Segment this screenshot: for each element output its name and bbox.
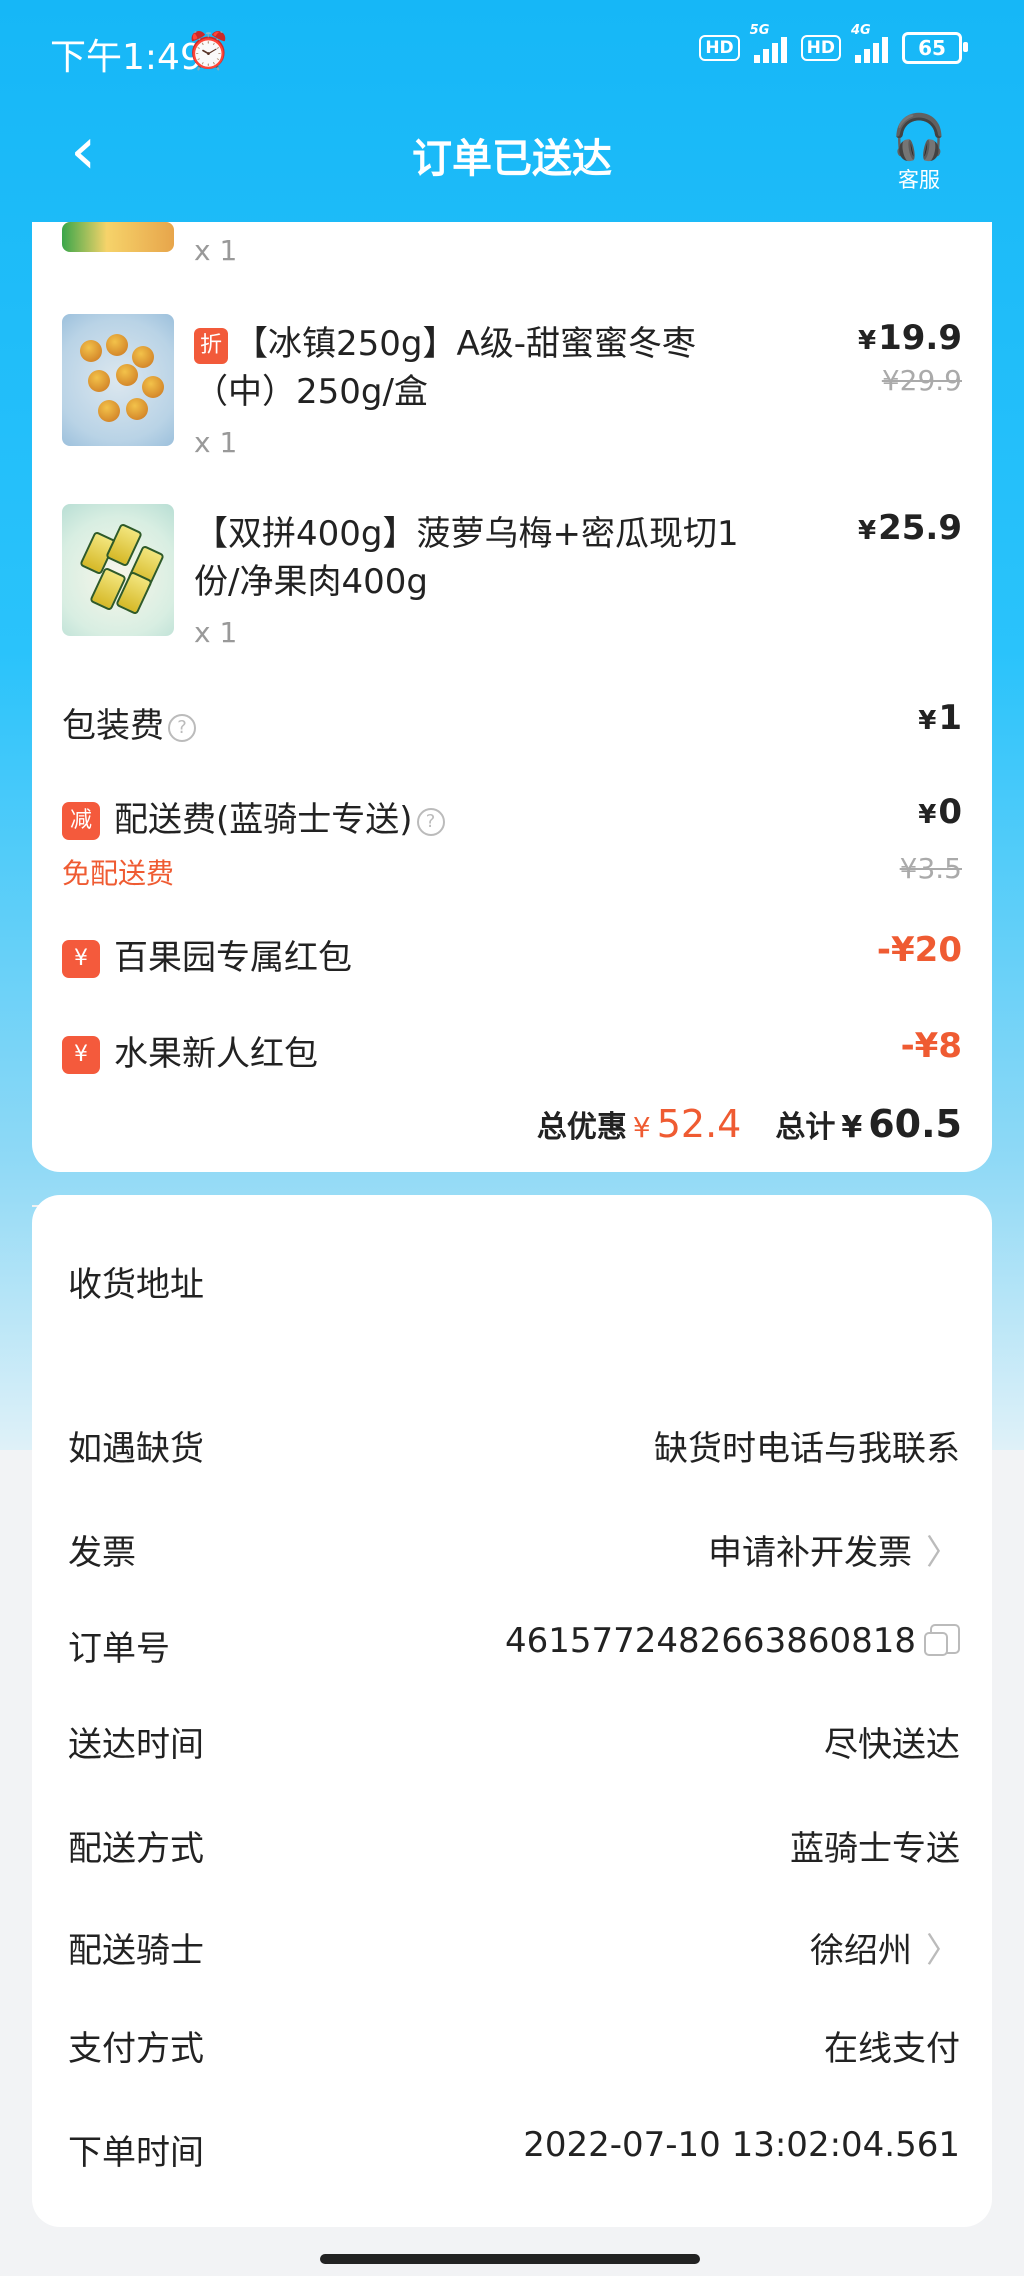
reduce-badge: 减 — [62, 802, 100, 840]
delivery-method-row: 配送方式 蓝骑士专送 — [68, 1829, 960, 1869]
item-price: ¥19.9 — [858, 318, 962, 358]
chevron-right-icon: 〉 — [926, 1533, 960, 1573]
product-image — [62, 222, 174, 252]
item-qty: x 1 — [194, 234, 238, 267]
info-card: 收货地址 如遇缺货 缺货时电话与我联系 发票 申请补开发票〉 订单号 46157… — [32, 1195, 992, 2227]
signal-icon: 4G — [851, 23, 888, 63]
payment-method-row: 支付方式 在线支付 — [68, 2029, 960, 2069]
arrival-time-row: 送达时间 尽快送达 — [68, 1725, 960, 1765]
stockout-row: 如遇缺货 缺货时电话与我联系 — [68, 1429, 960, 1469]
order-number-row: 订单号 4615772482663860818 — [68, 1621, 960, 1671]
item-qty: x 1 — [194, 426, 238, 459]
battery-icon: 65 — [902, 32, 968, 64]
hd-badge: HD — [800, 35, 841, 61]
status-time: 下午1:49 — [50, 37, 203, 78]
total-label: 总计 — [775, 1110, 836, 1145]
free-delivery-label: 免配送费 — [62, 857, 175, 890]
discount-label: 总优惠 — [536, 1110, 627, 1145]
home-indicator[interactable] — [320, 2254, 700, 2264]
chevron-right-icon: 〉 — [926, 1931, 960, 1971]
rider-row[interactable]: 配送骑士 徐绍州〉 — [68, 1923, 960, 1973]
list-item[interactable]: 折【冰镇250g】A级-甜蜜蜜冬枣（中）250g/盒 x 1 ¥19.9 ¥29… — [62, 314, 962, 464]
alarm-icon: ⏰ — [186, 31, 231, 72]
red-packet-icon: ¥ — [62, 940, 100, 978]
total-value: 60.5 — [868, 1102, 962, 1146]
address-row[interactable]: 收货地址 — [68, 1257, 960, 1307]
status-icons: HD 5G HD 4G 65 — [699, 23, 968, 64]
status-bar: 下午1:49 ⏰ HD 5G HD 4G 65 — [0, 0, 1024, 100]
list-item[interactable]: 【双拼400g】菠萝乌梅+密瓜现切1份/净果肉400g x 1 ¥25.9 — [62, 504, 962, 654]
page-title: 订单已送达 — [412, 136, 612, 182]
product-image — [62, 314, 174, 446]
packing-fee-row: 包装费? ¥1 — [62, 698, 962, 746]
coupon-row: ¥ 水果新人红包 -¥8 — [62, 1026, 962, 1076]
help-icon[interactable]: ? — [416, 808, 445, 836]
discount-value: 52.4 — [656, 1102, 742, 1146]
item-original-price: ¥29.9 — [881, 364, 962, 397]
customer-service-label: 客服 — [898, 168, 940, 192]
nav-bar: ‹ 订单已送达 🎧 客服 — [0, 100, 1024, 220]
headset-icon: 🎧 — [891, 112, 947, 163]
delivery-fee-row: 减配送费(蓝骑士专送)? ¥0 — [62, 792, 962, 842]
item-title: 【双拼400g】菠萝乌梅+密瓜现切1份/净果肉400g — [194, 514, 739, 602]
item-title: 折【冰镇250g】A级-甜蜜蜜冬枣（中）250g/盒 — [194, 324, 697, 412]
red-packet-icon: ¥ — [62, 1036, 100, 1074]
order-card: x 1 折【冰镇250g】A级-甜蜜蜜冬枣（中）250g/盒 x 1 ¥19.9… — [32, 222, 992, 1172]
copy-icon[interactable] — [924, 1624, 960, 1656]
signal-icon: 5G — [750, 23, 787, 63]
customer-service-button[interactable]: 🎧 客服 — [874, 112, 964, 194]
delivery-original-fee: ¥3.5 — [899, 852, 962, 885]
order-time-row: 下单时间 2022-07-10 13:02:04.561 — [68, 2125, 960, 2173]
product-image — [62, 504, 174, 636]
item-qty: x 1 — [194, 616, 238, 649]
help-icon[interactable]: ? — [168, 714, 196, 742]
hd-badge: HD — [699, 35, 740, 61]
coupon-row: ¥ 百果园专属红包 -¥20 — [62, 930, 962, 980]
invoice-row[interactable]: 发票 申请补开发票〉 — [68, 1525, 960, 1575]
item-price: ¥25.9 — [858, 508, 962, 548]
discount-tag: 折 — [194, 328, 228, 364]
order-summary: 总优惠 ¥ 52.4 总计 ¥ 60.5 — [536, 1102, 962, 1146]
